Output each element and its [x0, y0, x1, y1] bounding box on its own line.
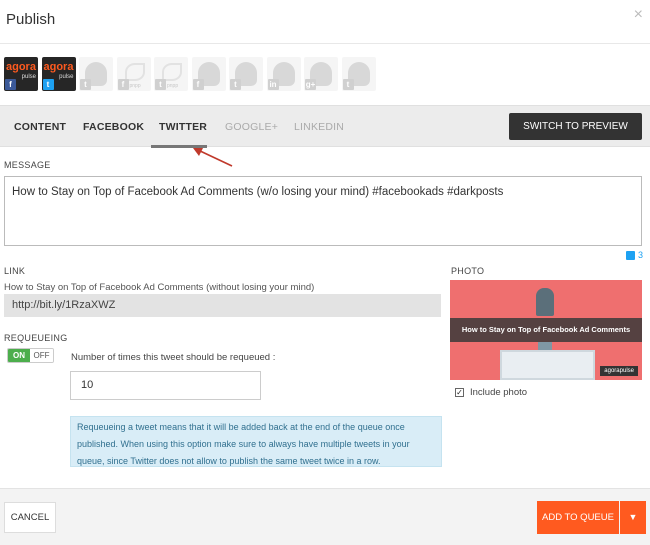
- photo-preview: How to Stay on Top of Facebook Ad Commen…: [450, 280, 642, 380]
- tab-linkedin[interactable]: LINKEDIN: [294, 121, 344, 133]
- tweet-counter: 3: [626, 250, 643, 260]
- screen-illustration: [500, 350, 595, 380]
- twitter-icon: t: [230, 79, 241, 90]
- annotation-arrow: [193, 148, 233, 167]
- photo-caption: How to Stay on Top of Facebook Ad Commen…: [461, 325, 631, 334]
- link-url-field[interactable]: http://bit.ly/1RzaXWZ: [4, 294, 441, 317]
- profile-avatar[interactable]: t: [79, 57, 113, 91]
- profile-avatar[interactable]: t: [229, 57, 263, 91]
- modal-header: Publish ×: [0, 0, 650, 44]
- twitter-icon: t: [42, 79, 54, 90]
- include-photo-checkbox[interactable]: ✓: [455, 388, 464, 397]
- requeue-times-label: Number of times this tweet should be req…: [71, 352, 276, 363]
- profile-avatar[interactable]: in: [266, 57, 301, 91]
- tab-facebook[interactable]: FACEBOOK: [83, 121, 144, 133]
- twitter-icon: t: [342, 79, 354, 90]
- profile-avatar[interactable]: agora pulse t: [41, 57, 76, 91]
- profile-avatar[interactable]: t: [341, 57, 376, 91]
- linkedin-icon: in: [267, 79, 279, 90]
- profile-avatar[interactable]: pnpp f: [116, 57, 151, 91]
- close-icon[interactable]: ×: [634, 6, 643, 24]
- profile-avatar[interactable]: agora pulse f: [4, 57, 38, 91]
- profile-tag: pnpp: [167, 83, 179, 89]
- modal-footer: CANCEL ADD TO QUEUE ▼: [0, 488, 650, 545]
- profile-avatar[interactable]: f: [191, 57, 226, 91]
- toggle-on-label: ON: [8, 349, 30, 362]
- requeueing-label: REQUEUEING: [4, 333, 68, 343]
- modal-title: Publish: [6, 11, 56, 28]
- facebook-icon: f: [5, 79, 16, 90]
- tab-content[interactable]: CONTENT: [14, 121, 66, 133]
- message-label: MESSAGE: [4, 160, 51, 170]
- network-tabs: CONTENT FACEBOOK TWITTER GOOGLE+ LINKEDI…: [0, 105, 650, 159]
- twitter-icon: t: [155, 79, 166, 90]
- message-textarea[interactable]: How to Stay on Top of Facebook Ad Commen…: [4, 176, 642, 246]
- facebook-icon: f: [192, 79, 204, 90]
- tab-google-plus[interactable]: GOOGLE+: [225, 121, 278, 133]
- facebook-icon: f: [117, 79, 129, 90]
- tweet-count-value: 3: [638, 250, 644, 260]
- add-options-dropdown-button[interactable]: ▼: [620, 501, 646, 534]
- profile-tag: pnpp: [129, 83, 141, 89]
- chevron-down-icon: ▼: [628, 512, 638, 522]
- photo-label: PHOTO: [451, 266, 485, 276]
- requeue-times-input[interactable]: 10: [70, 371, 261, 400]
- twitter-icon: [626, 250, 635, 260]
- google-plus-icon: g+: [305, 79, 316, 90]
- publish-modal: Publish × agora pulse f agora pulse t t pnpp f pn…: [0, 0, 650, 545]
- include-photo-label: Include photo: [470, 387, 528, 398]
- include-photo-row: ✓ Include photo: [455, 387, 527, 398]
- profile-selector: agora pulse f agora pulse t t pnpp f pnpp t f t in g+ t: [4, 57, 376, 91]
- add-to-queue-button[interactable]: ADD TO QUEUE: [537, 501, 619, 534]
- requeue-info-box: Requeueing a tweet means that it will be…: [70, 416, 442, 467]
- twitter-icon: t: [80, 79, 91, 90]
- toggle-off-label: OFF: [30, 349, 53, 362]
- profile-avatar[interactable]: pnpp t: [154, 57, 188, 91]
- switch-to-preview-button[interactable]: SWITCH TO PREVIEW MODE: [509, 113, 642, 159]
- profile-avatar[interactable]: g+: [304, 57, 338, 91]
- tab-twitter[interactable]: TWITTER: [159, 121, 207, 133]
- requeue-toggle[interactable]: ON OFF: [7, 348, 54, 363]
- photo-brand-logo: agorapulse: [600, 366, 638, 376]
- cancel-button[interactable]: CANCEL: [4, 502, 56, 533]
- figure-illustration: [536, 288, 554, 316]
- link-title: How to Stay on Top of Facebook Ad Commen…: [4, 282, 315, 293]
- link-label: LINK: [4, 266, 26, 276]
